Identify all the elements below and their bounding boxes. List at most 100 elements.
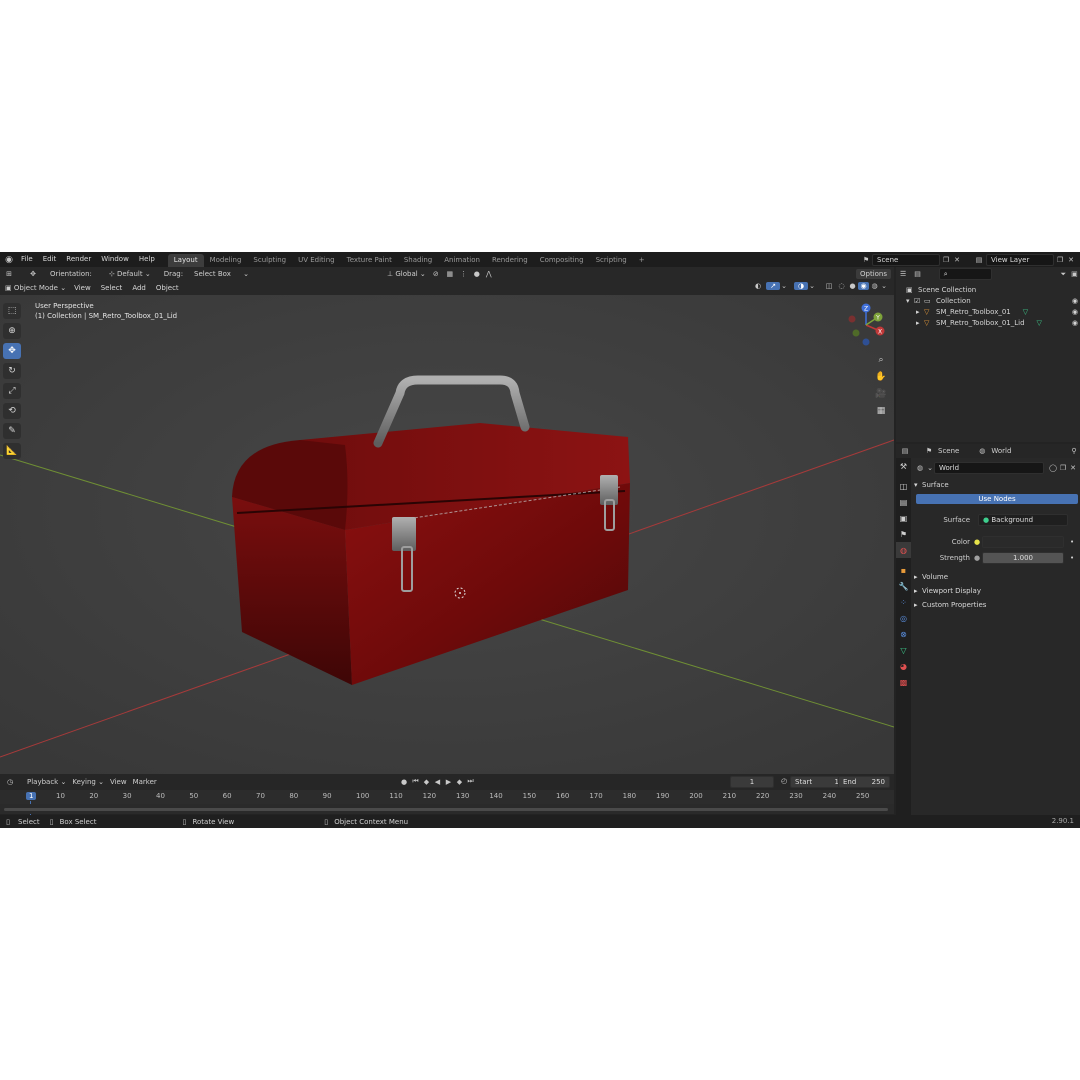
viewport-display-panel-header[interactable]: ▸ Viewport Display <box>914 584 1078 598</box>
tab-scripting[interactable]: Scripting <box>590 254 633 267</box>
perspective-grid-icon[interactable]: ▦ <box>874 404 888 418</box>
menu-add[interactable]: Add <box>127 281 151 295</box>
copy-scene-icon[interactable]: ❐ <box>940 256 952 264</box>
surface-shader-field[interactable]: ● Background <box>978 514 1068 526</box>
outliner-item-toolbox-lid[interactable]: ▸ ▽ SM_Retro_Toolbox_01_Lid ▽ ◉ <box>906 318 1080 329</box>
particles-tab-icon[interactable]: ⁘ <box>896 594 911 610</box>
scene-field[interactable]: Scene <box>872 254 940 266</box>
solid-shading-icon[interactable]: ● <box>847 282 858 290</box>
eye-icon[interactable]: ◉ <box>1072 296 1078 307</box>
menu-file[interactable]: File <box>16 252 38 267</box>
copy-view-layer-icon[interactable]: ❐ <box>1054 256 1066 264</box>
cursor-tool[interactable]: ⊕ <box>3 323 21 339</box>
menu-select[interactable]: Select <box>96 281 128 295</box>
scene-icon[interactable]: ⚑ <box>860 256 872 264</box>
overlays-icon[interactable]: ◑ <box>794 282 808 290</box>
play-icon[interactable]: ▶ <box>443 778 454 786</box>
timeline-editor-icon[interactable]: ◷ <box>2 778 18 786</box>
tab-layout[interactable]: Layout <box>167 253 204 267</box>
new-collection-icon[interactable]: ▣ <box>1069 270 1080 278</box>
current-frame-field[interactable]: 1 <box>730 776 774 788</box>
tab-animation[interactable]: Animation <box>438 254 486 267</box>
unlink-icon[interactable]: ✕ <box>1068 464 1078 472</box>
data-tab-icon[interactable]: ▽ <box>896 642 911 658</box>
menu-object[interactable]: Object <box>151 281 184 295</box>
playback-menu[interactable]: Playback ⌄ <box>24 778 69 786</box>
expand-arrow-icon[interactable]: ▸ <box>916 307 924 318</box>
transform-tool[interactable]: ⟲ <box>3 403 21 419</box>
tab-modeling[interactable]: Modeling <box>204 254 248 267</box>
physics-tab-icon[interactable]: ◎ <box>896 610 911 626</box>
rendered-shading-icon[interactable]: ◍ <box>869 282 880 290</box>
blender-logo-icon[interactable]: ◉ <box>2 255 16 265</box>
tab-texture-paint[interactable]: Texture Paint <box>341 254 398 267</box>
record-icon[interactable]: ● <box>398 778 410 786</box>
strength-field[interactable]: 1.000 <box>982 552 1064 564</box>
jump-keyframe-forward-icon[interactable]: ◆ <box>454 778 465 786</box>
move-tool[interactable]: ✥ <box>3 343 21 359</box>
snap-target-icon[interactable]: ⋮ <box>457 270 471 278</box>
properties-editor-icon[interactable]: ▤ <box>896 447 914 455</box>
constraints-tab-icon[interactable]: ⊗ <box>896 626 911 642</box>
3d-viewport[interactable]: Z X Y User Perspective (1) Collection | … <box>0 295 894 774</box>
menu-render[interactable]: Render <box>61 252 96 267</box>
keying-menu[interactable]: Keying ⌄ <box>69 778 107 786</box>
menu-view[interactable]: View <box>69 281 96 295</box>
chevron-down-icon[interactable]: ⌄ <box>808 282 816 290</box>
play-reverse-icon[interactable]: ◀ <box>432 778 443 786</box>
modifier-tab-icon[interactable]: 🔧 <box>896 578 911 594</box>
tab-sculpting[interactable]: Sculpting <box>247 254 292 267</box>
jump-start-icon[interactable]: ⏮ <box>410 777 421 786</box>
timeline-ruler[interactable]: 1 10 20 30 40 50 60 70 80 90 100 110 120 130 140 150 160… <box>0 790 894 815</box>
measure-tool[interactable]: 📐 <box>3 443 21 459</box>
tool-tab-icon[interactable]: ⚒ <box>896 458 911 474</box>
object-tab-icon[interactable]: ▪ <box>896 562 911 578</box>
keyframe-dot-icon[interactable]: • <box>1070 554 1074 562</box>
timeline-track[interactable] <box>0 804 894 814</box>
falloff-icon[interactable]: ⋀ <box>483 270 495 278</box>
move-tool-icon[interactable]: ✥ <box>26 270 40 278</box>
render-tab-icon[interactable]: ◫ <box>896 478 911 494</box>
marker-menu[interactable]: Marker <box>130 778 160 786</box>
outliner-scene-collection[interactable]: ▣ Scene Collection <box>906 285 1080 296</box>
pivot-point-icon[interactable]: ⊘ <box>429 270 443 278</box>
chevron-down-icon[interactable]: ⌄ <box>880 282 888 290</box>
zoom-icon[interactable]: ⌕ <box>874 353 888 367</box>
pin-icon[interactable]: ⚲ <box>1068 447 1080 455</box>
surface-panel-header[interactable]: ▾ Surface <box>914 478 1078 492</box>
orientation-dropdown[interactable]: ⊹ Default ⌄ <box>106 270 154 278</box>
select-box-tool[interactable]: ⬚ <box>3 303 21 319</box>
rotate-tool[interactable]: ↻ <box>3 363 21 379</box>
scene-tab-icon[interactable]: ⚑ <box>896 526 911 542</box>
outliner-item-toolbox[interactable]: ▸ ▽ SM_Retro_Toolbox_01 ▽ ◉ <box>906 307 1080 318</box>
proportional-edit-icon[interactable]: ● <box>471 270 483 278</box>
fake-user-icon[interactable]: ◯ <box>1048 464 1058 472</box>
end-frame-field[interactable]: End 250 <box>838 776 890 788</box>
color-swatch[interactable] <box>982 536 1064 548</box>
xray-icon[interactable]: ◫ <box>822 282 836 290</box>
jump-keyframe-back-icon[interactable]: ◆ <box>421 778 432 786</box>
view-layer-tab-icon[interactable]: ▣ <box>896 510 911 526</box>
world-icon[interactable]: ◍ <box>914 464 926 472</box>
view-layer-field[interactable]: View Layer <box>986 254 1054 266</box>
tab-rendering[interactable]: Rendering <box>486 254 534 267</box>
object-mode-dropdown[interactable]: ▣ Object Mode ⌄ <box>2 284 69 292</box>
outliner-editor-icon[interactable]: ☰ <box>896 270 910 278</box>
editor-type-icon[interactable]: ⊞ <box>0 270 18 278</box>
view-layer-icon[interactable]: ▤ <box>972 256 986 264</box>
outliner-search-input[interactable]: ⌕ <box>938 268 992 280</box>
tab-shading[interactable]: Shading <box>398 254 438 267</box>
clock-icon[interactable]: ◴ <box>778 777 790 785</box>
wireframe-shading-icon[interactable]: ◌ <box>836 282 847 290</box>
keyframe-dot-icon[interactable]: • <box>1070 538 1074 546</box>
volume-panel-header[interactable]: ▸ Volume <box>914 570 1078 584</box>
chevron-down-icon[interactable]: ⌄ <box>926 464 934 472</box>
timeline-scrollbar[interactable] <box>4 808 888 811</box>
visibility-icon[interactable]: ◐ <box>750 282 766 290</box>
annotate-tool[interactable]: ✎ <box>3 423 21 439</box>
world-tab-icon[interactable]: ◍ <box>896 542 911 558</box>
menu-window[interactable]: Window <box>96 252 134 267</box>
use-nodes-button[interactable]: Use Nodes <box>916 494 1078 504</box>
texture-tab-icon[interactable]: ▩ <box>896 674 911 690</box>
eye-icon[interactable]: ◉ <box>1072 307 1078 318</box>
